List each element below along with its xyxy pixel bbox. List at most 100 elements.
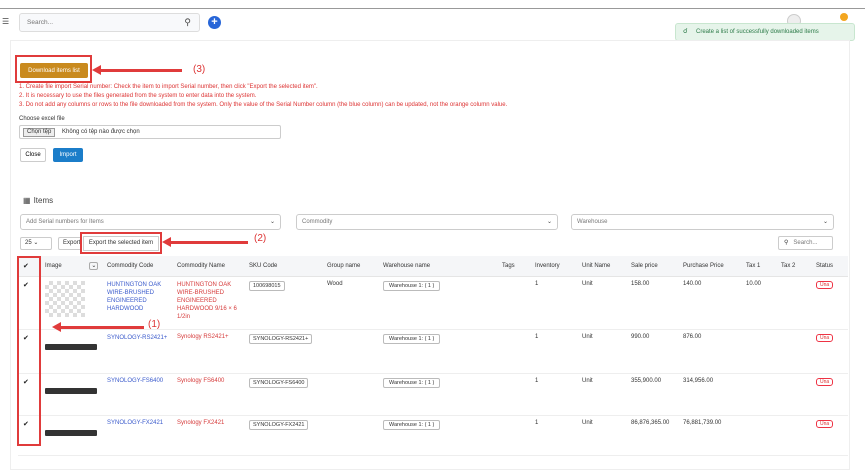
col-unit-name[interactable]: Unit Name bbox=[577, 256, 626, 277]
commodity-name-link[interactable]: Synology RS2421+ bbox=[172, 329, 244, 374]
tags-cell bbox=[497, 276, 530, 330]
group-cell: Wood bbox=[322, 276, 378, 330]
commodity-name-link[interactable]: HUNTINGTON OAK WIRE-BRUSHED ENGINEERED H… bbox=[172, 276, 244, 330]
annotation-arrow-1 bbox=[52, 322, 144, 332]
table-row[interactable]: ✔ SYNOLOGY-FS6400 Synology FS6400 SYNOLO… bbox=[18, 373, 848, 416]
import-button[interactable]: Import bbox=[53, 148, 83, 162]
col-tax1[interactable]: Tax 1 bbox=[741, 256, 776, 277]
commodity-filter-select[interactable]: Commodity ⌄ bbox=[296, 214, 558, 230]
sku-value: SYNOLOGY-FS6400 bbox=[249, 377, 309, 388]
annotation-step-2: (2) bbox=[254, 233, 267, 244]
warehouse-filter-select[interactable]: Warehouse ⌄ bbox=[571, 214, 834, 230]
menu-toggle-icon[interactable]: ☰ bbox=[2, 17, 9, 26]
col-tax2[interactable]: Tax 2 bbox=[776, 256, 811, 277]
col-status[interactable]: Status bbox=[811, 256, 848, 277]
group-cell bbox=[322, 329, 378, 374]
chevron-down-icon: ⌄ bbox=[822, 219, 828, 225]
commodity-code-link[interactable]: SYNOLOGY-FX2421 bbox=[102, 415, 172, 456]
commodity-code-link[interactable]: SYNOLOGY-RS2421+ bbox=[102, 329, 172, 374]
search-icon[interactable]: ⚲ bbox=[184, 17, 191, 28]
global-search: ⚲ bbox=[19, 13, 200, 32]
col-group-name[interactable]: Group name bbox=[322, 256, 378, 277]
bell-icon: ☌ bbox=[683, 28, 688, 35]
sku-value: SYNOLOGY-RS2421+ bbox=[249, 333, 313, 344]
purchase-price-cell: 314,956.00 bbox=[678, 373, 741, 416]
purchase-price-cell: 140.00 bbox=[678, 276, 741, 330]
server-image bbox=[45, 343, 97, 350]
unit-cell: Unit bbox=[577, 276, 626, 330]
items-title-text: Items bbox=[33, 196, 54, 205]
sale-price-cell: 86,876,365.00 bbox=[626, 415, 678, 456]
commodity-filter-value: Commodity bbox=[302, 219, 333, 225]
tax2-cell bbox=[776, 373, 811, 416]
status-cell: Una bbox=[811, 329, 848, 374]
add-new-button[interactable]: + bbox=[208, 16, 221, 29]
serial-filter-value: Add Serial numbers for Items bbox=[26, 219, 104, 225]
commodity-code-link[interactable]: SYNOLOGY-FS6400 bbox=[102, 373, 172, 416]
status-badge[interactable]: Una bbox=[816, 333, 834, 342]
tax2-cell bbox=[776, 415, 811, 456]
sku-cell: 100698015 bbox=[244, 276, 322, 330]
table-search-input[interactable]: ⚲ Search... bbox=[778, 236, 833, 250]
tags-cell bbox=[497, 329, 530, 374]
serial-filter-select[interactable]: Add Serial numbers for Items ⌄ bbox=[20, 214, 281, 230]
server-image bbox=[45, 429, 97, 436]
unit-cell: Unit bbox=[577, 415, 626, 456]
col-tags[interactable]: Tags bbox=[497, 256, 530, 277]
instruction-1: 1. Create file import Serial number: Che… bbox=[19, 84, 318, 90]
col-purchase-price[interactable]: Purchase Price bbox=[678, 256, 741, 277]
sku-cell: SYNOLOGY-FS6400 bbox=[244, 373, 322, 416]
page-size-select[interactable]: 25 ⌄ bbox=[20, 237, 52, 250]
warehouse-value: Warehouse 1: ( 1 ) bbox=[383, 419, 441, 430]
image-cell bbox=[40, 373, 102, 416]
commodity-name-link[interactable]: Synology FX2421 bbox=[172, 415, 244, 456]
annotation-arrow-3 bbox=[92, 65, 182, 75]
notification-badge[interactable] bbox=[840, 13, 848, 21]
tax2-cell bbox=[776, 276, 811, 330]
chevron-down-icon: ⌄ bbox=[33, 240, 39, 246]
col-warehouse-name[interactable]: Warehouse name bbox=[378, 256, 497, 277]
table-search-placeholder: Search... bbox=[793, 240, 818, 246]
inventory-cell: 1 bbox=[530, 373, 577, 416]
status-badge[interactable]: Una bbox=[816, 280, 834, 289]
table-row[interactable]: ✔ SYNOLOGY-RS2421+ Synology RS2421+ SYNO… bbox=[18, 329, 848, 374]
status-badge[interactable]: Una bbox=[816, 377, 834, 386]
purchase-price-cell: 76,881,739.00 bbox=[678, 415, 741, 456]
export-button[interactable]: Export bbox=[58, 237, 82, 250]
commodity-name-link[interactable]: Synology FS6400 bbox=[172, 373, 244, 416]
status-cell: Una bbox=[811, 276, 848, 330]
sku-cell: SYNOLOGY-RS2421+ bbox=[244, 329, 322, 374]
file-status: Không có tệp nào được chọn bbox=[62, 129, 140, 135]
highlight-download bbox=[15, 55, 92, 83]
col-image[interactable]: Image ⌄ bbox=[40, 256, 102, 277]
items-heading: ▦ Items bbox=[20, 196, 53, 205]
close-button[interactable]: Close bbox=[20, 148, 46, 162]
group-cell bbox=[322, 373, 378, 416]
chevron-down-icon[interactable]: ⌄ bbox=[89, 262, 99, 271]
global-search-input[interactable] bbox=[20, 14, 170, 31]
warehouse-value: Warehouse 1: ( 1 ) bbox=[383, 333, 441, 344]
tax1-cell bbox=[741, 329, 776, 374]
choose-file-button[interactable]: Chọn tệp bbox=[23, 128, 56, 137]
image-cell bbox=[40, 329, 102, 374]
status-cell: Una bbox=[811, 373, 848, 416]
sale-price-cell: 158.00 bbox=[626, 276, 678, 330]
col-commodity-code[interactable]: Commodity Code bbox=[102, 256, 172, 277]
status-badge[interactable]: Una bbox=[816, 419, 834, 428]
file-input[interactable]: Chọn tệp Không có tệp nào được chọn bbox=[19, 125, 281, 139]
col-sku-code[interactable]: SKU Code bbox=[244, 256, 322, 277]
annotation-step-3: (3) bbox=[193, 64, 206, 75]
top-divider bbox=[0, 8, 865, 9]
col-commodity-name[interactable]: Commodity Name bbox=[172, 256, 244, 277]
col-sale-price[interactable]: Sale price bbox=[626, 256, 678, 277]
annotation-step-1: (1) bbox=[148, 319, 161, 330]
table-row[interactable]: ✔ SYNOLOGY-FX2421 Synology FX2421 SYNOLO… bbox=[18, 415, 848, 456]
commodity-code-link[interactable]: HUNTINGTON OAK WIRE-BRUSHED ENGINEERED H… bbox=[102, 276, 172, 330]
sale-price-cell: 355,900.00 bbox=[626, 373, 678, 416]
col-inventory[interactable]: Inventory bbox=[530, 256, 577, 277]
chevron-down-icon: ⌄ bbox=[269, 219, 275, 225]
tags-cell bbox=[497, 415, 530, 456]
table-row[interactable]: ✔ HUNTINGTON OAK WIRE-BRUSHED ENGINEERED… bbox=[18, 276, 848, 330]
tax2-cell bbox=[776, 329, 811, 374]
app-window: ☰ ⚲ + ☌ Create a list of successfully do… bbox=[0, 0, 865, 475]
